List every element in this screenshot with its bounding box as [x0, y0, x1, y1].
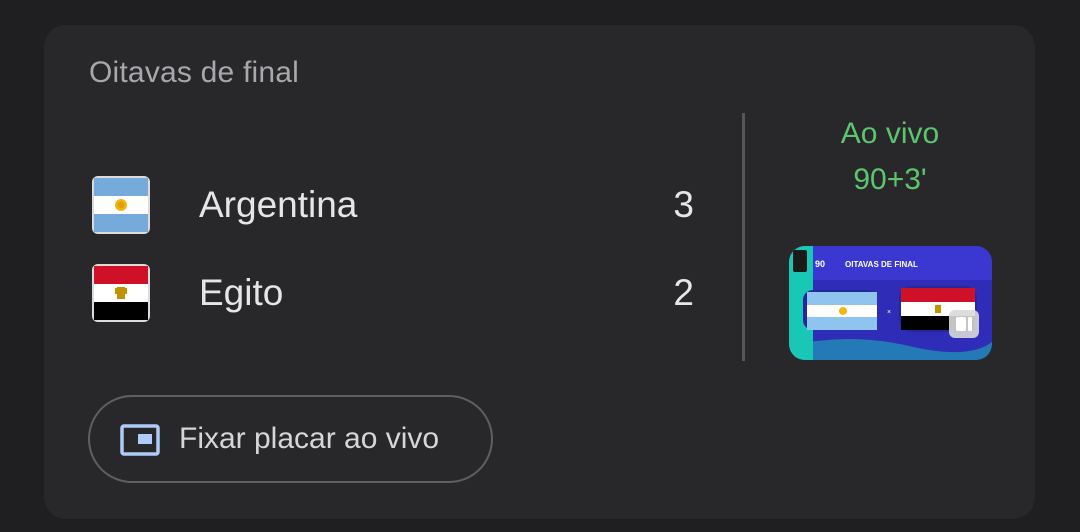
team-row-away[interactable]: Egito 2 — [92, 264, 694, 322]
team-row-home[interactable]: Argentina 3 — [92, 176, 694, 234]
live-status-label: Ao vivo — [840, 117, 940, 150]
team-score-away: 2 — [673, 272, 694, 313]
thumbnail-badge: 90 — [815, 259, 825, 269]
picture-in-picture-icon — [120, 424, 160, 456]
match-minute: 90+3' — [853, 163, 927, 196]
argentina-flag-icon — [92, 176, 150, 234]
match-video-thumbnail[interactable]: 90 OITAVAS DE FINAL × — [789, 246, 992, 360]
column-divider — [742, 113, 745, 361]
team-name-away: Egito — [199, 272, 284, 313]
svg-text:×: × — [887, 309, 891, 316]
team-score-home: 3 — [673, 184, 694, 225]
pin-live-score-label: Fixar placar ao vivo — [179, 422, 440, 455]
thumbnail-caption: OITAVAS DE FINAL — [845, 260, 918, 269]
team-name-home: Argentina — [199, 184, 358, 225]
match-stage-label: Oitavas de final — [89, 56, 299, 89]
pin-live-score-button[interactable]: Fixar placar ao vivo — [88, 395, 493, 483]
egypt-flag-icon — [92, 264, 150, 322]
